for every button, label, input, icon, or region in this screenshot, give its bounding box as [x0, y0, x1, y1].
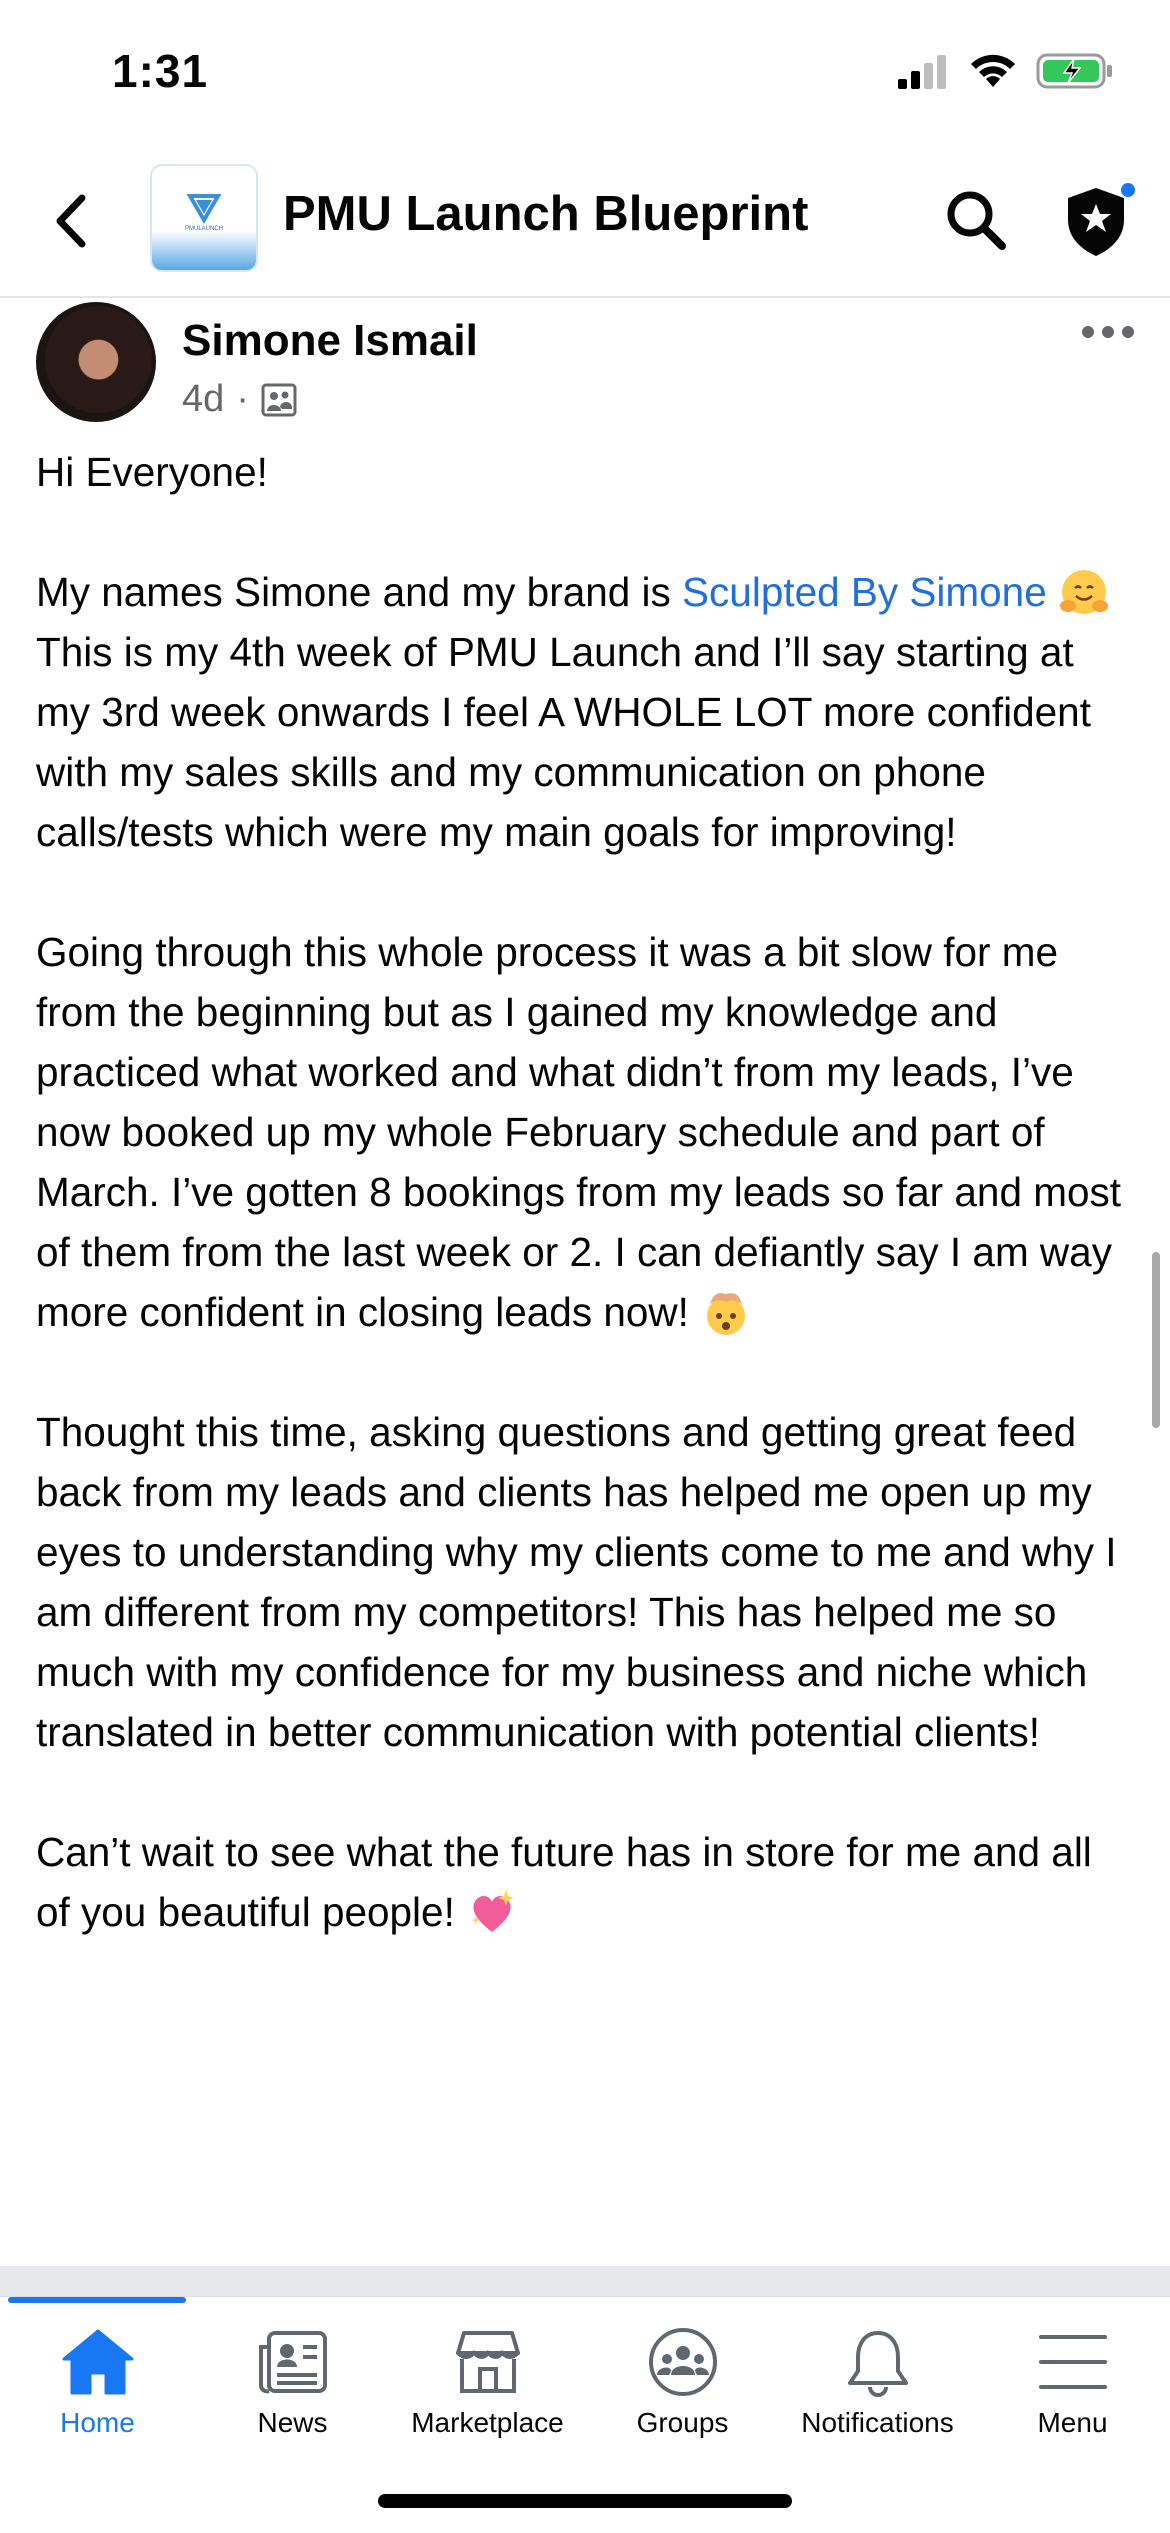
post-paragraph-3: Going through this whole process it was …	[36, 922, 1136, 1342]
post-paragraph-2: My names Simone and my brand is Sculpted…	[36, 562, 1136, 862]
meta-separator: ·	[236, 378, 249, 420]
status-bar: 1:31	[0, 0, 1170, 150]
author-name[interactable]: Simone Ismail	[182, 316, 478, 366]
paragraph-2-intro: My names Simone and my brand is	[36, 569, 683, 615]
back-button[interactable]	[46, 186, 96, 256]
tab-home[interactable]: Home	[0, 2327, 195, 2447]
more-horizontal-icon	[1082, 326, 1134, 338]
paragraph-3-text: Going through this whole process it was …	[36, 929, 1121, 1335]
group-header: PMULAUNCH PMU Launch Blueprint	[0, 150, 1170, 298]
search-icon	[947, 191, 1006, 250]
hugging-face-emoji-icon	[1060, 570, 1108, 614]
author-avatar[interactable]	[36, 302, 156, 422]
tab-marketplace-label: Marketplace	[411, 2407, 564, 2438]
tab-menu-label: Menu	[1037, 2407, 1108, 2438]
group-logo-text: PMULAUNCH	[185, 226, 223, 232]
groups-icon	[648, 2328, 717, 2396]
battery-icon	[1036, 53, 1112, 89]
menu-icon	[1038, 2335, 1107, 2389]
paragraph-2-body: This is my 4th week of PMU Launch and I’…	[36, 629, 1091, 855]
brand-link[interactable]: Sculpted By Simone	[682, 569, 1047, 615]
feed-divider	[0, 2266, 1170, 2296]
exploding-head-emoji-icon	[707, 1293, 746, 1335]
group-audience-icon	[261, 383, 297, 416]
group-avatar[interactable]: PMULAUNCH	[150, 164, 258, 272]
news-icon	[258, 2331, 327, 2394]
wifi-icon	[971, 54, 1015, 87]
group-title[interactable]: PMU Launch Blueprint	[283, 186, 808, 242]
shield-star-icon	[1068, 181, 1137, 256]
status-time: 1:31	[112, 45, 209, 97]
tab-news-label: News	[257, 2407, 328, 2438]
tab-menu[interactable]: Menu	[975, 2327, 1170, 2447]
home-icon	[62, 2329, 133, 2395]
paragraph-5-text: Can’t wait to see what the future has in…	[36, 1829, 1092, 1935]
admin-shield-button[interactable]	[1060, 180, 1140, 260]
signal-icon	[898, 55, 946, 89]
post-time[interactable]: 4d	[182, 378, 224, 421]
search-button[interactable]	[942, 186, 1012, 256]
post-header: Simone Ismail 4d ·	[0, 298, 1170, 438]
group-logo-icon: PMULAUNCH	[185, 194, 223, 232]
home-indicator[interactable]	[378, 2494, 792, 2508]
tab-home-label: Home	[60, 2407, 135, 2438]
post-meta: 4d ·	[182, 378, 297, 421]
post-body: Hi Everyone! My names Simone and my bran…	[36, 442, 1136, 2002]
tab-notifications-label: Notifications	[801, 2407, 954, 2438]
tab-notifications[interactable]: Notifications	[780, 2327, 975, 2447]
post-paragraph-1: Hi Everyone!	[36, 449, 268, 495]
tab-news[interactable]: News	[195, 2327, 390, 2447]
post-paragraph-4: Thought this time, asking questions and …	[36, 1409, 1117, 1755]
more-options-button[interactable]	[1080, 322, 1136, 342]
bell-icon	[847, 2331, 908, 2397]
tab-groups-label: Groups	[636, 2407, 729, 2438]
chevron-left-icon	[56, 194, 86, 248]
active-tab-indicator	[8, 2297, 186, 2303]
tab-marketplace[interactable]: Marketplace	[390, 2327, 585, 2447]
scrollbar[interactable]	[1152, 1252, 1160, 1428]
sparkling-heart-emoji-icon	[472, 1890, 515, 1932]
marketplace-icon	[455, 2331, 520, 2393]
status-icons	[896, 52, 1114, 90]
tab-groups[interactable]: Groups	[585, 2327, 780, 2447]
post-paragraph-5: Can’t wait to see what the future has in…	[36, 1822, 1136, 1942]
